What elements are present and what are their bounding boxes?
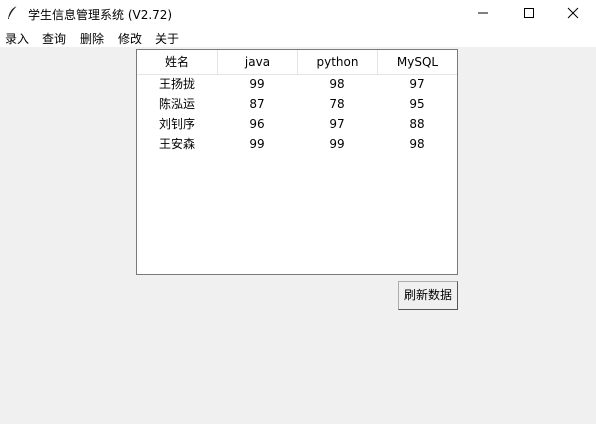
table-header: 姓名 java python MySQL [137, 50, 457, 75]
table-row[interactable]: 陈泓运 87 78 95 [137, 94, 457, 114]
maximize-icon [524, 8, 534, 18]
cell-name: 陈泓运 [158, 97, 195, 111]
cell-mysql: 98 [409, 137, 425, 151]
cell-java: 96 [249, 117, 265, 131]
table-row[interactable]: 王扬拢 99 98 97 [137, 74, 457, 94]
table-row[interactable]: 刘钊序 96 97 88 [137, 114, 457, 134]
column-header-java[interactable]: java [217, 50, 297, 74]
cell-java: 99 [249, 77, 265, 91]
cell-java: 87 [249, 97, 265, 111]
title-bar: 学生信息管理系统 (V2.72) [0, 0, 596, 28]
cell-python: 98 [329, 77, 345, 91]
menu-bar: 录入 查询 删除 修改 关于 [0, 28, 596, 47]
menu-item-modify[interactable]: 修改 [118, 30, 142, 47]
cell-mysql: 97 [409, 77, 425, 91]
column-header-name[interactable]: 姓名 [137, 50, 217, 74]
cell-name: 刘钊序 [158, 117, 195, 131]
column-header-python[interactable]: python [297, 50, 377, 74]
menu-item-about[interactable]: 关于 [155, 30, 179, 47]
cell-python: 99 [329, 137, 345, 151]
menu-item-delete[interactable]: 删除 [80, 30, 104, 47]
cell-python: 78 [329, 97, 345, 111]
student-table[interactable]: 姓名 java python MySQL 王扬拢 99 98 97 陈泓运 87… [136, 49, 458, 275]
cell-python: 97 [329, 117, 345, 131]
menu-item-query[interactable]: 查询 [42, 30, 66, 47]
column-header-mysql[interactable]: MySQL [377, 50, 457, 74]
window-title: 学生信息管理系统 (V2.72) [28, 8, 173, 22]
cell-mysql: 88 [409, 117, 425, 131]
minimize-button[interactable] [460, 0, 506, 26]
refresh-data-button[interactable]: 刷新数据 [398, 281, 458, 310]
table-row[interactable]: 王安森 99 99 98 [137, 134, 457, 154]
maximize-button[interactable] [506, 0, 552, 26]
cell-java: 99 [249, 137, 265, 151]
cell-name: 王扬拢 [158, 77, 195, 91]
cell-mysql: 95 [409, 97, 425, 111]
menu-item-enter[interactable]: 录入 [5, 30, 29, 47]
close-button[interactable] [550, 0, 596, 26]
minimize-icon [478, 12, 488, 14]
cell-name: 王安森 [158, 137, 195, 151]
close-icon [567, 7, 579, 19]
feather-icon [8, 5, 18, 19]
